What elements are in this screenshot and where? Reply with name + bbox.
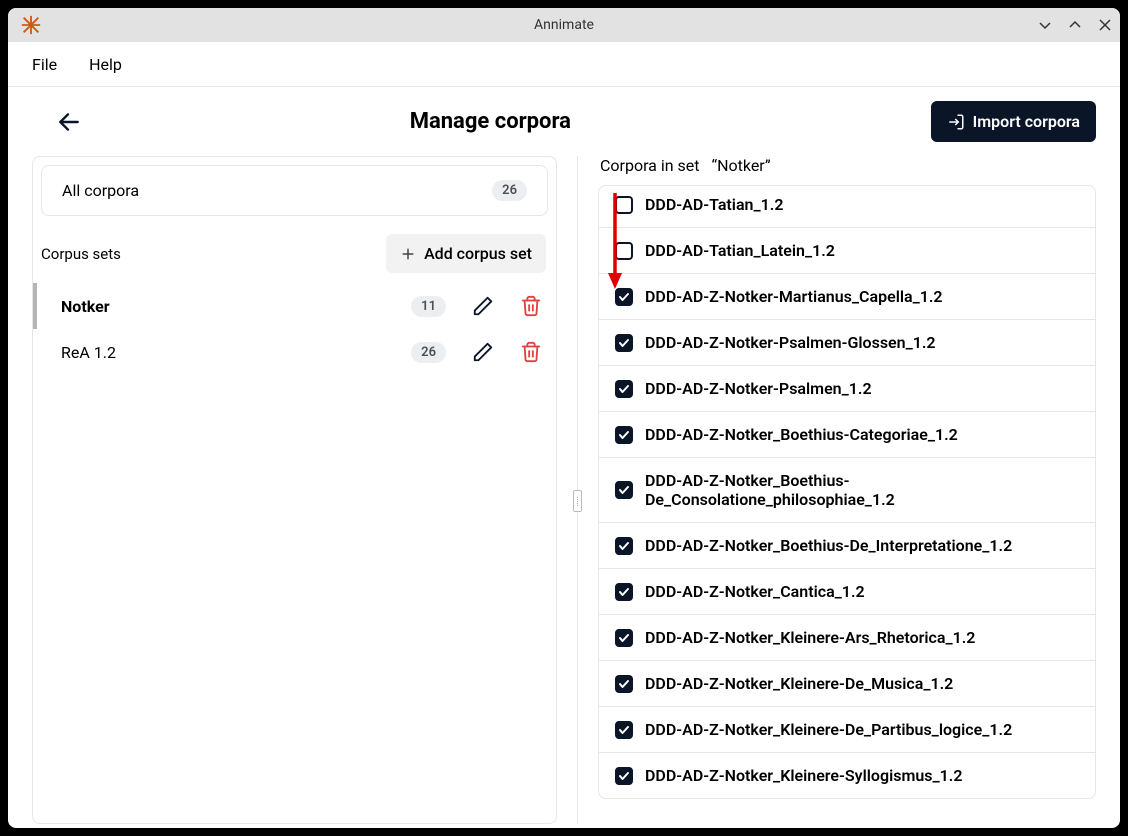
corpus-set-row[interactable]: Notker11 (33, 283, 556, 329)
corpus-name: DDD-AD-Z-Notker_Boethius-De_Consolatione… (645, 471, 1079, 509)
pane-divider (577, 156, 578, 824)
back-button[interactable] (56, 109, 82, 135)
corpus-sets-label: Corpus sets (41, 245, 121, 263)
corpus-checkbox[interactable] (615, 242, 633, 260)
corpus-set-count: 26 (411, 342, 446, 363)
selected-set-name: “Notker” (711, 156, 770, 175)
titlebar: Annimate (8, 8, 1120, 42)
corpus-checkbox[interactable] (615, 334, 633, 352)
corpus-checkbox[interactable] (615, 583, 633, 601)
edit-icon[interactable] (472, 341, 494, 363)
corpus-row[interactable]: DDD-AD-Z-Notker-Psalmen-Glossen_1.2 (599, 320, 1095, 366)
import-icon (947, 113, 965, 131)
minimize-button[interactable] (1030, 8, 1060, 42)
menu-help[interactable]: Help (89, 55, 122, 74)
corpus-row[interactable]: DDD-AD-Z-Notker-Martianus_Capella_1.2 (599, 274, 1095, 320)
corpus-row[interactable]: DDD-AD-Tatian_Latein_1.2 (599, 228, 1095, 274)
right-pane: Corpora in set “Notker” DDD-AD-Tatian_1.… (598, 156, 1096, 824)
import-corpora-label: Import corpora (973, 112, 1080, 131)
corpus-name: DDD-AD-Z-Notker_Kleinere-De_Musica_1.2 (645, 674, 953, 693)
corpus-name: DDD-AD-Tatian_1.2 (645, 195, 783, 214)
corpus-set-name: Notker (61, 297, 411, 316)
corpus-set-name: ReA 1.2 (61, 343, 411, 362)
corpora-in-set-label: Corpora in set (600, 156, 700, 175)
corpus-name: DDD-AD-Z-Notker_Boethius-Categoriae_1.2 (645, 425, 958, 444)
corpus-name: DDD-AD-Z-Notker_Kleinere-Ars_Rhetorica_1… (645, 628, 975, 647)
corpus-set-row[interactable]: ReA 1.226 (33, 329, 556, 375)
corpus-row[interactable]: DDD-AD-Z-Notker_Kleinere-De_Partibus_log… (599, 707, 1095, 753)
corpus-row[interactable]: DDD-AD-Z-Notker_Kleinere-De_Musica_1.2 (599, 661, 1095, 707)
corpus-name: DDD-AD-Z-Notker_Kleinere-De_Partibus_log… (645, 720, 1012, 739)
window-title: Annimate (8, 17, 1120, 33)
maximize-button[interactable] (1060, 8, 1090, 42)
asterisk-icon (20, 14, 42, 36)
corpus-set-count: 11 (411, 296, 446, 317)
corpus-row[interactable]: DDD-AD-Z-Notker_Boethius-De_Interpretati… (599, 523, 1095, 569)
add-corpus-set-label: Add corpus set (424, 244, 532, 263)
edit-icon[interactable] (472, 295, 494, 317)
corpus-row[interactable]: DDD-AD-Tatian_1.2 (599, 186, 1095, 228)
menu-file[interactable]: File (32, 55, 57, 74)
corpus-name: DDD-AD-Z-Notker-Psalmen-Glossen_1.2 (645, 333, 936, 352)
corpus-checkbox[interactable] (615, 629, 633, 647)
menubar: File Help (8, 42, 1120, 87)
left-pane: All corpora 26 Corpus sets Add corpus se… (32, 156, 557, 824)
add-corpus-set-button[interactable]: Add corpus set (386, 234, 546, 273)
corpus-row[interactable]: DDD-AD-Z-Notker_Kleinere-Ars_Rhetorica_1… (599, 615, 1095, 661)
corpus-checkbox[interactable] (615, 537, 633, 555)
all-corpora-count: 26 (492, 180, 527, 201)
delete-icon[interactable] (520, 295, 542, 317)
resize-handle[interactable] (573, 490, 582, 512)
corpus-checkbox[interactable] (615, 426, 633, 444)
corpus-checkbox[interactable] (615, 288, 633, 306)
corpus-list: DDD-AD-Tatian_1.2 DDD-AD-Tatian_Latein_1.… (598, 185, 1096, 799)
corpus-checkbox[interactable] (615, 767, 633, 785)
corpus-row[interactable]: DDD-AD-Z-Notker_Kleinere-Syllogismus_1.2 (599, 753, 1095, 798)
corpus-checkbox[interactable] (615, 196, 633, 214)
import-corpora-button[interactable]: Import corpora (931, 101, 1096, 142)
all-corpora-label: All corpora (62, 181, 492, 200)
corpus-checkbox[interactable] (615, 380, 633, 398)
corpus-name: DDD-AD-Z-Notker-Martianus_Capella_1.2 (645, 287, 943, 306)
all-corpora-item[interactable]: All corpora 26 (41, 165, 548, 216)
corpus-row[interactable]: DDD-AD-Z-Notker_Boethius-Categoriae_1.2 (599, 412, 1095, 458)
corpus-row[interactable]: DDD-AD-Z-Notker_Cantica_1.2 (599, 569, 1095, 615)
corpus-name: DDD-AD-Z-Notker_Boethius-De_Interpretati… (645, 536, 1012, 555)
page-title: Manage corpora (50, 109, 931, 134)
corpus-name: DDD-AD-Z-Notker_Cantica_1.2 (645, 582, 865, 601)
plus-icon (400, 246, 416, 262)
page-header: Manage corpora Import corpora (8, 87, 1120, 156)
corpus-row[interactable]: DDD-AD-Z-Notker_Boethius-De_Consolatione… (599, 458, 1095, 523)
corpus-name: DDD-AD-Tatian_Latein_1.2 (645, 241, 835, 260)
close-button[interactable] (1090, 8, 1120, 42)
delete-icon[interactable] (520, 341, 542, 363)
corpus-checkbox[interactable] (615, 721, 633, 739)
corpus-checkbox[interactable] (615, 675, 633, 693)
corpus-checkbox[interactable] (615, 481, 633, 499)
corpus-row[interactable]: DDD-AD-Z-Notker-Psalmen_1.2 (599, 366, 1095, 412)
corpus-name: DDD-AD-Z-Notker_Kleinere-Syllogismus_1.2 (645, 766, 962, 785)
corpus-name: DDD-AD-Z-Notker-Psalmen_1.2 (645, 379, 872, 398)
